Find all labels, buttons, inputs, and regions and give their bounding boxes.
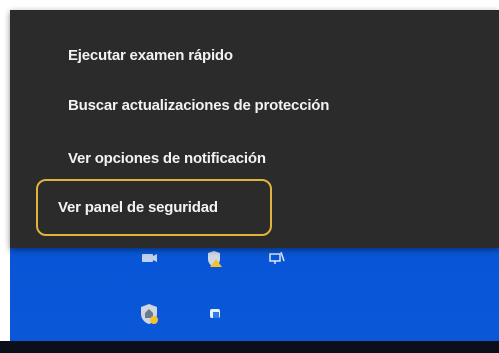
menu-item-quick-scan[interactable]: Ejecutar examen rápido bbox=[46, 38, 446, 72]
security-shield-icon[interactable] bbox=[138, 303, 160, 325]
menu-item-label: Ejecutar examen rápido bbox=[68, 46, 233, 64]
app-square-icon[interactable] bbox=[208, 306, 222, 320]
defender-context-menu: Ejecutar examen rápido Buscar actualizac… bbox=[10, 10, 499, 248]
menu-item-label: Ver opciones de notificación bbox=[68, 149, 266, 167]
menu-item-label: Ver panel de seguridad bbox=[58, 199, 218, 216]
warning-shield-icon[interactable] bbox=[205, 250, 223, 268]
menu-item-check-updates[interactable]: Buscar actualizaciones de protección bbox=[46, 88, 446, 122]
menu-item-notification-options[interactable]: Ver opciones de notificación bbox=[46, 141, 446, 175]
taskbar-edge bbox=[0, 341, 499, 353]
network-icon[interactable] bbox=[268, 248, 286, 266]
meet-now-icon[interactable] bbox=[140, 249, 158, 267]
menu-item-label: Buscar actualizaciones de protección bbox=[68, 96, 330, 114]
menu-item-security-dashboard[interactable]: Ver panel de seguridad bbox=[36, 179, 272, 236]
screen: Ejecutar examen rápido Buscar actualizac… bbox=[0, 0, 499, 353]
